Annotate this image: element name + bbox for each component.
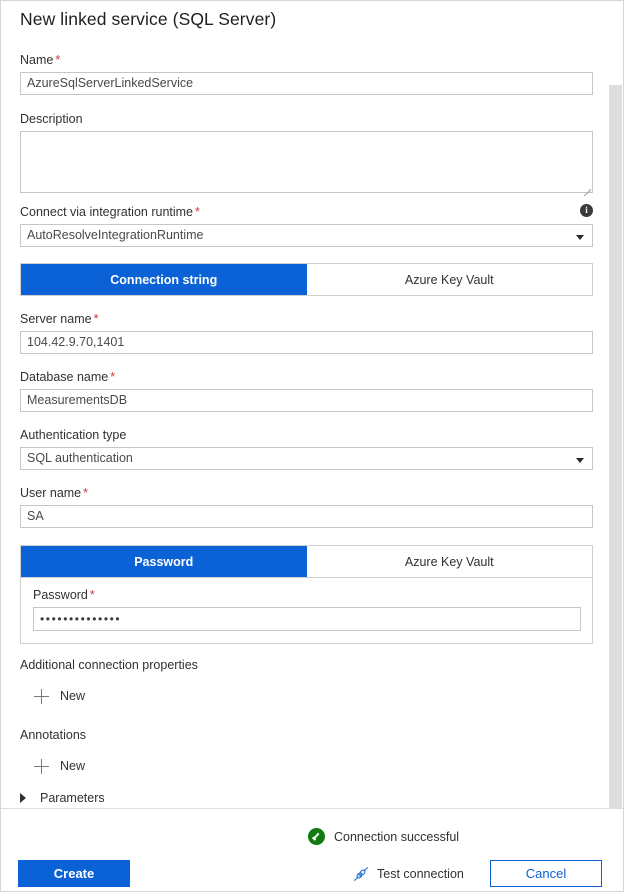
field-database-name: Database name* MeasurementsDB	[20, 369, 593, 412]
user-name-required-marker: *	[83, 486, 88, 500]
database-name-label-text: Database name	[20, 370, 108, 384]
plus-icon	[34, 689, 49, 704]
form-scroll-area: Name* AzureSqlServerLinkedService Descri…	[1, 43, 624, 809]
additional-connection-properties-label: Additional connection properties	[20, 658, 198, 672]
tab-azure-key-vault-connection[interactable]: Azure Key Vault	[307, 264, 593, 295]
name-required-marker: *	[55, 53, 60, 67]
field-user-name: User name* SA	[20, 485, 593, 528]
name-label-text: Name	[20, 53, 53, 67]
integration-runtime-required-marker: *	[195, 205, 200, 219]
database-name-label: Database name*	[20, 369, 593, 385]
integration-runtime-label: Connect via integration runtime* i	[20, 204, 593, 220]
description-textarea[interactable]	[20, 131, 593, 193]
password-required-marker: *	[90, 588, 95, 602]
user-name-label-text: User name	[20, 486, 81, 500]
parameters-label: Parameters	[40, 791, 105, 805]
chevron-down-icon	[576, 458, 584, 463]
connection-status-text: Connection successful	[334, 830, 459, 844]
test-connection-button[interactable]: Test connection	[353, 860, 464, 887]
integration-runtime-select[interactable]: AutoResolveIntegrationRuntime	[20, 224, 593, 247]
test-connection-label: Test connection	[377, 867, 464, 881]
plus-icon	[34, 759, 49, 774]
add-annotation-label: New	[60, 759, 85, 773]
integration-runtime-value: AutoResolveIntegrationRuntime	[27, 228, 204, 242]
database-name-required-marker: *	[110, 370, 115, 384]
annotations-label: Annotations	[20, 728, 86, 742]
name-label: Name*	[20, 52, 593, 68]
tab-connection-string[interactable]: Connection string	[21, 264, 307, 295]
info-icon[interactable]: i	[580, 204, 593, 217]
field-name: Name* AzureSqlServerLinkedService	[20, 52, 593, 95]
create-button[interactable]: Create	[18, 860, 130, 887]
server-name-label-text: Server name	[20, 312, 92, 326]
authentication-type-label: Authentication type	[20, 427, 593, 443]
server-name-input[interactable]: 104.42.9.70,1401	[20, 331, 593, 354]
chevron-right-icon	[20, 793, 26, 803]
add-annotation-button[interactable]: New	[34, 756, 85, 776]
authentication-type-select[interactable]: SQL authentication	[20, 447, 593, 470]
chevron-down-icon	[576, 235, 584, 240]
cancel-button[interactable]: Cancel	[490, 860, 602, 887]
integration-runtime-label-text: Connect via integration runtime	[20, 205, 193, 219]
field-description: Description	[20, 111, 593, 193]
field-server-name: Server name* 104.42.9.70,1401	[20, 311, 593, 354]
authentication-type-value: SQL authentication	[27, 451, 133, 465]
password-panel: Password* ••••••••••••••	[20, 578, 593, 644]
user-name-input[interactable]: SA	[20, 505, 593, 528]
form-scrollbar-thumb[interactable]	[609, 85, 622, 843]
add-connection-property-label: New	[60, 689, 85, 703]
password-label: Password*	[33, 587, 580, 603]
page-title: New linked service (SQL Server)	[20, 9, 276, 30]
field-integration-runtime: Connect via integration runtime* i AutoR…	[20, 204, 593, 247]
connection-type-tabs: Connection string Azure Key Vault	[20, 263, 593, 296]
tab-azure-key-vault-credential[interactable]: Azure Key Vault	[307, 546, 593, 577]
panel-footer: Connection successful Create Test connec…	[1, 808, 624, 891]
tab-password[interactable]: Password	[21, 546, 307, 577]
plug-icon	[353, 866, 369, 882]
resize-grip-icon[interactable]	[581, 181, 591, 191]
credential-type-tabs: Password Azure Key Vault	[20, 545, 593, 578]
new-linked-service-panel: New linked service (SQL Server) Name* Az…	[0, 0, 624, 892]
database-name-input[interactable]: MeasurementsDB	[20, 389, 593, 412]
connection-status: Connection successful	[308, 828, 459, 845]
parameters-expander[interactable]: Parameters	[20, 791, 105, 805]
check-circle-icon	[308, 828, 325, 845]
user-name-label: User name*	[20, 485, 593, 501]
password-label-text: Password	[33, 588, 88, 602]
add-connection-property-button[interactable]: New	[34, 686, 85, 706]
server-name-required-marker: *	[94, 312, 99, 326]
form-scrollbar-track[interactable]	[607, 43, 623, 809]
server-name-label: Server name*	[20, 311, 593, 327]
description-label: Description	[20, 111, 593, 127]
field-authentication-type: Authentication type SQL authentication	[20, 427, 593, 470]
password-input[interactable]: ••••••••••••••	[33, 607, 581, 631]
name-input[interactable]: AzureSqlServerLinkedService	[20, 72, 593, 95]
